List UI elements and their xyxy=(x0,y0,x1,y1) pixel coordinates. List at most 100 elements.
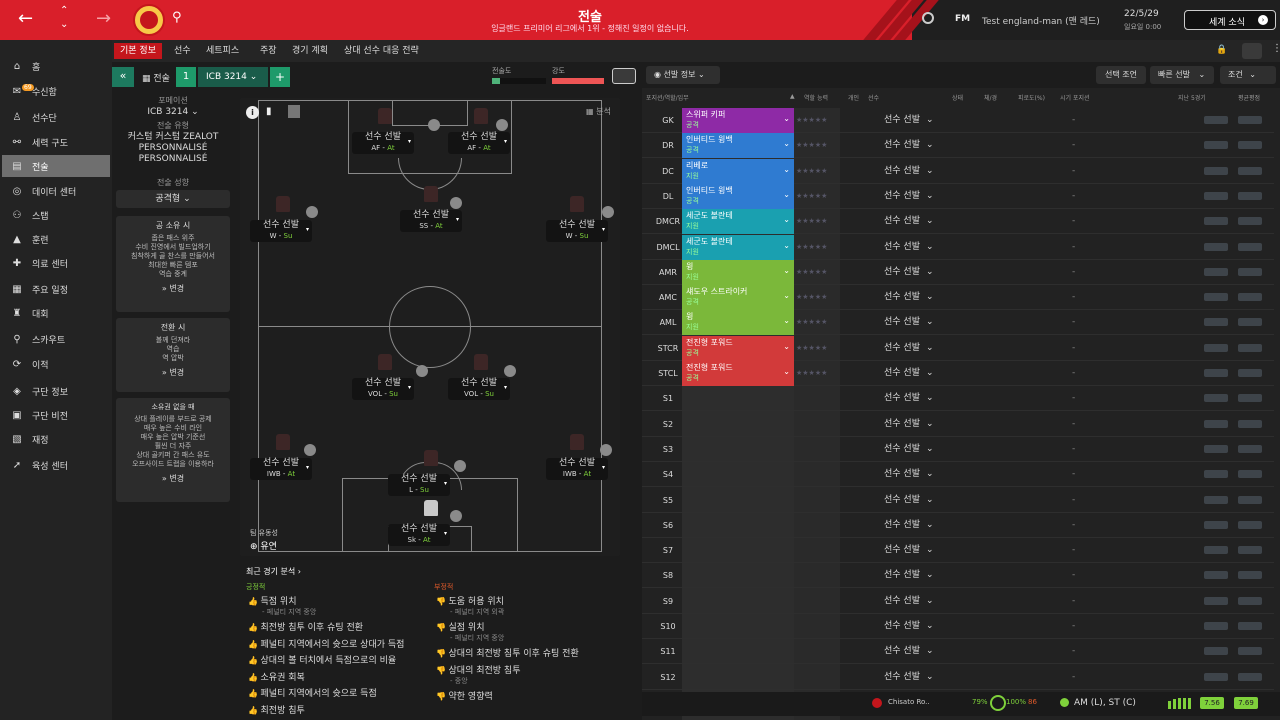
tab-players[interactable]: 선수 xyxy=(168,43,197,59)
player-shirt-icon[interactable] xyxy=(272,194,294,216)
slot-dropdown-icon[interactable]: ▾ xyxy=(602,464,605,471)
player-shirt-icon[interactable] xyxy=(470,106,492,128)
player-select-dropdown[interactable]: 선수 선발 ⌄ xyxy=(884,639,936,664)
sidebar-item-data[interactable]: ◎ 데이터 센터 xyxy=(2,180,110,202)
slot-dropdown-icon[interactable]: ▾ xyxy=(602,226,605,233)
player-select-dropdown[interactable]: 선수 선발 ⌄ xyxy=(884,589,936,614)
sidebar-item-tactics[interactable]: ▤ 전술 xyxy=(2,155,110,177)
slot-dropdown-icon[interactable]: ▾ xyxy=(408,138,411,145)
player-shirt-icon[interactable] xyxy=(420,448,442,470)
sidebar-item-transfer[interactable]: ⟳ 이적 xyxy=(2,353,110,375)
player-select-dropdown[interactable]: 선수 선발 ⌄ xyxy=(884,235,936,260)
sidebar-item-finance[interactable]: ▧ 재정 xyxy=(2,428,110,450)
positive-item[interactable]: 👍 상대의 볼 터치에서 득점으로의 비율 xyxy=(248,653,396,666)
table-row[interactable]: S1 선수 선발 ⌄ - xyxy=(642,386,1274,412)
player-select-dropdown[interactable]: 선수 선발 ⌄ xyxy=(884,260,936,285)
position-slot[interactable]: 선수 선발 W - Su ▾ xyxy=(250,220,312,242)
tab-overview[interactable]: 기본 정보 xyxy=(114,43,162,59)
chevron-down-icon[interactable]: ⌄ xyxy=(783,139,790,148)
forward-icon[interactable]: → xyxy=(96,8,111,29)
quick-pick-button[interactable]: 빠른 선발 ⌄ xyxy=(1150,66,1214,84)
download-icon[interactable] xyxy=(288,105,300,118)
slot-dropdown-icon[interactable]: ▾ xyxy=(444,480,447,487)
back-icon[interactable]: ← xyxy=(18,8,33,29)
positive-item[interactable]: 👍 소유권 회복 xyxy=(248,670,305,683)
chevron-down-icon[interactable]: ⌄ xyxy=(783,367,790,376)
position-slot[interactable]: 선수 선발 VOL - Su ▾ xyxy=(352,378,414,400)
player-select-dropdown[interactable]: 선수 선발 ⌄ xyxy=(884,538,936,563)
table-row[interactable]: DR 인버티드 윙백 공격 ⌄ ★★★★★ 선수 선발 ⌄ - xyxy=(642,133,1274,159)
tab-captains[interactable]: 주장 xyxy=(254,43,283,59)
sidebar-item-scout[interactable]: ⚲ 스카우트 xyxy=(2,328,110,350)
world-news-button[interactable]: 세계 소식 › xyxy=(1184,10,1276,30)
table-row[interactable]: S4 선수 선발 ⌄ - xyxy=(642,462,1274,488)
tactic-manage-icon[interactable] xyxy=(1242,43,1262,59)
role-selector[interactable]: 리베로 지원 ⌄ xyxy=(682,158,794,184)
slot-dropdown-icon[interactable]: ▾ xyxy=(504,138,507,145)
positive-item[interactable]: 👍 페널티 지역에서의 슛으로 득점 xyxy=(248,686,377,699)
player-shirt-icon[interactable] xyxy=(420,184,442,206)
player-shirt-icon[interactable] xyxy=(420,498,442,520)
role-selector[interactable]: 섀도우 스트라이커 공격 ⌄ xyxy=(682,285,794,311)
selection-info-dropdown[interactable]: ◉ 선발 정보 ⌄ xyxy=(646,66,720,84)
conditions-button[interactable]: 조건 ⌄ xyxy=(1220,66,1276,84)
role-selector[interactable]: 스위퍼 키퍼 공격 ⌄ xyxy=(682,108,794,133)
player-select-dropdown[interactable]: 선수 선발 ⌄ xyxy=(884,437,936,462)
player-shirt-icon[interactable] xyxy=(566,432,588,454)
role-selector[interactable]: 전진형 포워드 공격 ⌄ xyxy=(682,361,794,386)
col-avg-rating[interactable]: 평균평점 xyxy=(1238,93,1260,102)
search-icon[interactable]: ⚲ xyxy=(172,10,182,25)
chevron-down-icon[interactable]: ⌄ xyxy=(783,241,790,250)
player-shirt-icon[interactable] xyxy=(272,432,294,454)
collapse-icon[interactable]: « xyxy=(112,67,134,87)
negative-item[interactable]: 👎 실점 위치 - 페널티 지역 중앙 xyxy=(436,620,504,643)
table-row[interactable]: S3 선수 선발 ⌄ - xyxy=(642,437,1274,462)
sidebar-item-dynamics[interactable]: ⚯ 세력 구도 xyxy=(2,131,110,153)
sort-icon[interactable]: ▲ xyxy=(790,93,795,100)
table-row[interactable]: S12 선수 선발 ⌄ - xyxy=(642,665,1274,690)
player-select-dropdown[interactable]: 선수 선발 ⌄ xyxy=(884,285,936,310)
tab-set-pieces[interactable]: 세트피스 xyxy=(200,43,245,59)
chevron-down-icon[interactable]: ⌄ xyxy=(783,215,790,224)
player-shirt-icon[interactable] xyxy=(374,352,396,374)
col-role-ability[interactable]: 역할 능력 xyxy=(804,93,828,102)
col-fatigue[interactable]: 피로도(%) xyxy=(1018,93,1045,102)
club-crest-icon[interactable] xyxy=(133,4,165,36)
role-selector[interactable]: 전진형 포워드 공격 ⌄ xyxy=(682,335,794,361)
manager-name[interactable]: Test england-man (맨 레드) xyxy=(982,14,1100,27)
col-fitness[interactable]: 체/경 xyxy=(984,93,997,102)
position-slot[interactable]: 선수 선발 AF - At ▾ xyxy=(448,132,510,154)
col-last-5[interactable]: 지난 5경기 xyxy=(1178,93,1206,102)
player-select-dropdown[interactable]: 선수 선발 ⌄ xyxy=(884,336,936,361)
table-row[interactable]: S11 선수 선발 ⌄ - xyxy=(642,639,1274,665)
role-selector[interactable]: 윙 지원 ⌄ xyxy=(682,259,794,285)
lock-icon[interactable]: 🔒 xyxy=(1216,45,1227,55)
chevron-down-icon[interactable]: ⌄ xyxy=(783,316,790,325)
col-condition[interactable]: 상태 xyxy=(952,93,963,102)
analysis-button[interactable]: ▦ 분석 xyxy=(586,106,611,117)
tactic-slot-number[interactable]: 1 xyxy=(176,67,196,87)
tactic-options-icon[interactable] xyxy=(612,68,636,84)
role-selector[interactable]: 세군도 볼란테 지원 ⌄ xyxy=(682,234,794,260)
slot-dropdown-icon[interactable]: ▾ xyxy=(444,530,447,537)
table-row[interactable]: STCR 전진형 포워드 공격 ⌄ ★★★★★ 선수 선발 ⌄ - xyxy=(642,335,1274,361)
role-selector[interactable]: 인버티드 윙백 공격 ⌄ xyxy=(682,183,794,209)
player-select-dropdown[interactable]: 선수 선발 ⌄ xyxy=(884,488,936,513)
edit-transition-button[interactable]: » 변경 xyxy=(116,367,230,378)
sidebar-item-home[interactable]: ⌂ 홈 xyxy=(2,55,110,77)
slot-dropdown-icon[interactable]: ▾ xyxy=(504,384,507,391)
status-player-name[interactable]: Chisato Ro.. xyxy=(888,698,930,706)
table-row[interactable]: AMR 윙 지원 ⌄ ★★★★★ 선수 선발 ⌄ - xyxy=(642,259,1274,285)
mentality-selector[interactable]: 공격형 ⌄ xyxy=(116,190,230,208)
player-shirt-icon[interactable] xyxy=(566,194,588,216)
role-selector[interactable]: 윙 지원 ⌄ xyxy=(682,310,794,336)
player-shirt-icon[interactable] xyxy=(374,106,396,128)
col-match-position[interactable]: 시기 포지션 xyxy=(1060,93,1090,102)
globe-icon[interactable] xyxy=(922,12,934,24)
slot-dropdown-icon[interactable]: ▾ xyxy=(306,226,309,233)
sidebar-item-vision[interactable]: ▣ 구단 비전 xyxy=(2,404,110,426)
analysis-title[interactable]: 최근 경기 분석 › xyxy=(246,566,301,577)
positive-item[interactable]: 👍 페널티 지역에서의 슛으로 상대가 득점 xyxy=(248,637,404,650)
player-select-dropdown[interactable]: 선수 선발 ⌄ xyxy=(884,108,936,133)
player-select-dropdown[interactable]: 선수 선발 ⌄ xyxy=(884,310,936,335)
